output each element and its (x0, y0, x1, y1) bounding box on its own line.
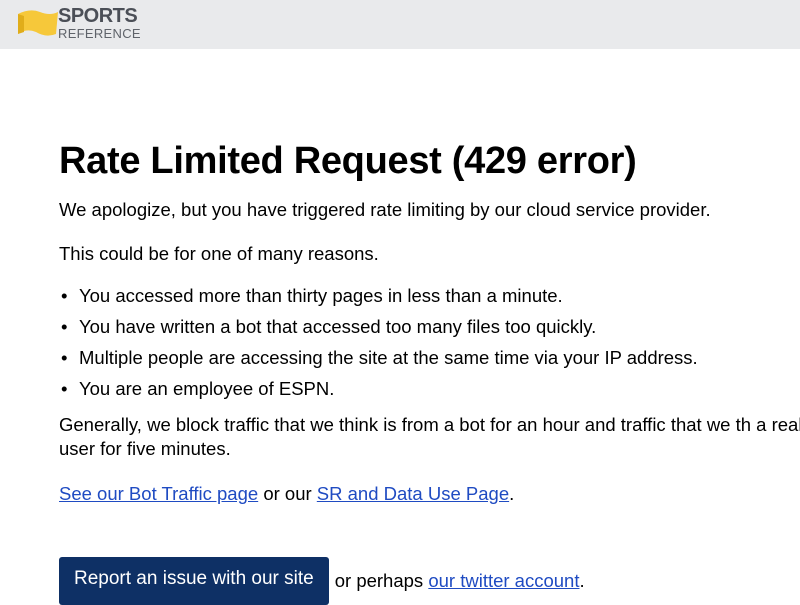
main-content: Rate Limited Request (429 error) We apol… (59, 138, 800, 605)
logo-line-reference: REFERENCE (58, 26, 141, 41)
bot-traffic-link[interactable]: See our Bot Traffic page (59, 483, 258, 504)
general-text: Generally, we block traffic that we thin… (59, 414, 800, 459)
list-item: • You accessed more than thirty pages in … (59, 284, 800, 315)
list-item: • Multiple people are accessing the site … (59, 346, 800, 377)
sports-reference-logo[interactable]: SPORTS REFERENCE (16, 6, 141, 40)
reason-text: You accessed more than thirty pages in l… (79, 285, 563, 306)
bullet: • (61, 316, 68, 337)
reasons-list: • You accessed more than thirty pages in … (59, 284, 800, 408)
list-item: • You are an employee of ESPN. (59, 377, 800, 408)
bullet: • (61, 285, 68, 306)
bullet: • (61, 378, 68, 399)
logo-text: SPORTS REFERENCE (58, 6, 141, 40)
period-text: . (509, 483, 515, 504)
reason-text: Multiple people are accessing the site a… (79, 347, 698, 368)
reason-text: You have written a bot that accessed too… (79, 316, 597, 337)
logo-line-sports: SPORTS (58, 5, 138, 27)
page-title: Rate Limited Request (429 error) (59, 140, 637, 182)
header-bar: SPORTS REFERENCE (0, 0, 800, 49)
or-our-text: or our (263, 483, 312, 504)
action-text: or perhaps our twitter account. (335, 570, 585, 592)
data-use-link[interactable]: SR and Data Use Page (317, 483, 509, 504)
reason-text: You are an employee of ESPN. (79, 378, 335, 399)
period-text: . (579, 570, 585, 591)
list-item: • You have written a bot that accessed to… (59, 315, 800, 346)
flag-logo-icon (18, 10, 58, 36)
bullet: • (61, 347, 68, 368)
apology-text: We apologize, but you have triggered rat… (59, 199, 711, 220)
links-paragraph: See our Bot Traffic page or our SR and D… (59, 482, 800, 506)
or-perhaps-text: or perhaps (334, 570, 424, 591)
reasons-intro: This could be for one of many reasons. (59, 243, 379, 264)
report-issue-button[interactable]: Report an issue with our site (59, 557, 329, 605)
twitter-link[interactable]: our twitter account (428, 570, 579, 591)
action-row: Report an issue with our site or perhaps… (59, 557, 585, 605)
